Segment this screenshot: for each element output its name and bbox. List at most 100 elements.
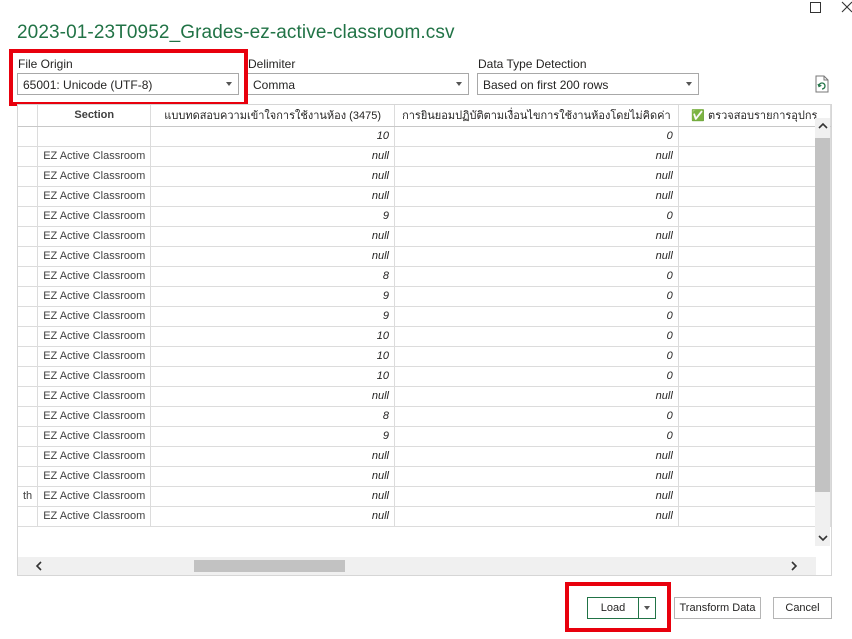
table-cell <box>678 466 831 487</box>
horizontal-scrollbar[interactable] <box>18 557 816 575</box>
table-cell: EZ Active Classroom <box>37 466 152 487</box>
table-cell <box>678 226 831 247</box>
chevron-down-icon <box>644 606 650 610</box>
table-cell: null <box>394 466 679 487</box>
table-cell <box>678 126 831 147</box>
table-row: EZ Active Classroom 10 0 <box>18 346 831 367</box>
table-row: EZ Active Classroom 9 0 <box>18 286 831 307</box>
table-cell <box>678 486 831 507</box>
table-cell: 9 <box>150 286 395 307</box>
table-cell <box>18 206 39 227</box>
table-cell: 0 <box>394 266 679 287</box>
table-row: EZ Active Classroom 8 0 <box>18 266 831 287</box>
table-cell: EZ Active Classroom <box>37 266 152 287</box>
table-cell: null <box>394 486 679 507</box>
table-cell: EZ Active Classroom <box>37 326 152 347</box>
table-cell: null <box>150 386 395 407</box>
table-row: EZ Active Classroom null null <box>18 506 831 527</box>
table-cell: null <box>150 446 395 467</box>
table-cell: EZ Active Classroom <box>37 286 152 307</box>
table-cell: 0 <box>394 126 679 147</box>
table-cell: null <box>150 226 395 247</box>
table-cell <box>678 206 831 227</box>
file-origin-value: 65001: Unicode (UTF-8) <box>23 78 153 92</box>
table-cell <box>18 186 39 207</box>
table-cell: 0 <box>394 426 679 447</box>
data-type-detection-value: Based on first 200 rows <box>483 78 609 92</box>
horizontal-scroll-thumb[interactable] <box>194 560 345 572</box>
column-header: ✅ ตรวจสอบรายการอุปกร <box>678 105 831 127</box>
table-cell <box>18 366 39 387</box>
table-row: EZ Active Classroom 9 0 <box>18 306 831 327</box>
scroll-down-icon[interactable] <box>815 530 830 546</box>
table-cell: EZ Active Classroom <box>37 166 152 187</box>
vertical-scroll-thumb[interactable] <box>815 138 830 492</box>
table-cell: null <box>150 146 395 167</box>
table-header-row: Section แบบทดสอบความเข้าใจการใช้งานห้อง … <box>18 105 831 127</box>
table-row: th EZ Active Classroom null null <box>18 486 831 507</box>
data-type-detection-dropdown[interactable]: Based on first 200 rows <box>477 73 699 95</box>
delimiter-dropdown[interactable]: Comma <box>247 73 469 95</box>
table-cell <box>678 306 831 327</box>
table-row: EZ Active Classroom null null <box>18 186 831 207</box>
table-cell <box>678 346 831 367</box>
table-cell <box>678 186 831 207</box>
table-cell <box>18 126 39 147</box>
table-cell: null <box>150 486 395 507</box>
dialog-title: 2023-01-23T0952_Grades-ez-active-classro… <box>17 22 455 43</box>
chevron-down-icon <box>226 82 232 86</box>
table-cell: null <box>150 186 395 207</box>
scroll-right-icon[interactable] <box>785 557 803 575</box>
vertical-scrollbar[interactable] <box>815 118 830 546</box>
table-cell: null <box>394 506 679 527</box>
table-cell: null <box>394 186 679 207</box>
table-cell <box>678 366 831 387</box>
table-cell <box>678 286 831 307</box>
table-cell <box>18 426 39 447</box>
table-cell <box>18 406 39 427</box>
table-cell: null <box>394 166 679 187</box>
table-row: EZ Active Classroom null null <box>18 446 831 467</box>
maximize-icon[interactable] <box>804 0 826 14</box>
file-origin-dropdown[interactable]: 65001: Unicode (UTF-8) <box>17 73 239 95</box>
delimiter-label: Delimiter <box>248 57 296 71</box>
chevron-down-icon <box>686 82 692 86</box>
table-cell <box>678 406 831 427</box>
table-cell <box>18 386 39 407</box>
table-cell: null <box>150 506 395 527</box>
table-cell <box>18 246 39 267</box>
table-cell <box>18 226 39 247</box>
table-cell: 0 <box>394 346 679 367</box>
table-cell <box>18 346 39 367</box>
data-preview-grid[interactable]: Section แบบทดสอบความเข้าใจการใช้งานห้อง … <box>17 104 832 576</box>
table-cell <box>18 446 39 467</box>
scroll-up-icon[interactable] <box>815 118 830 134</box>
cancel-button[interactable]: Cancel <box>773 597 832 619</box>
table-cell: EZ Active Classroom <box>37 206 152 227</box>
table-cell: 0 <box>394 306 679 327</box>
table-cell: EZ Active Classroom <box>37 186 152 207</box>
table-row: EZ Active Classroom null null <box>18 466 831 487</box>
table-cell: 8 <box>150 406 395 427</box>
table-cell: EZ Active Classroom <box>37 386 152 407</box>
table-cell: 10 <box>150 346 395 367</box>
table-cell: 9 <box>150 426 395 447</box>
transform-data-button[interactable]: Transform Data <box>674 597 761 619</box>
load-options-dropdown[interactable] <box>639 598 655 618</box>
table-cell: null <box>394 446 679 467</box>
close-icon[interactable] <box>836 0 852 14</box>
table-row: EZ Active Classroom 10 0 <box>18 366 831 387</box>
table-cell: EZ Active Classroom <box>37 506 152 527</box>
table-cell <box>678 446 831 467</box>
table-cell <box>678 386 831 407</box>
scroll-left-icon[interactable] <box>30 557 48 575</box>
data-preview-table: Section แบบทดสอบความเข้าใจการใช้งานห้อง … <box>18 105 831 527</box>
load-button[interactable]: Load <box>588 598 639 618</box>
table-cell: 0 <box>394 366 679 387</box>
load-split-button[interactable]: Load <box>587 597 656 619</box>
scrollbar-corner <box>816 546 831 575</box>
table-cell <box>678 246 831 267</box>
table-cell: null <box>150 246 395 267</box>
refresh-icon[interactable] <box>814 75 830 93</box>
column-header-section: Section <box>37 105 152 127</box>
